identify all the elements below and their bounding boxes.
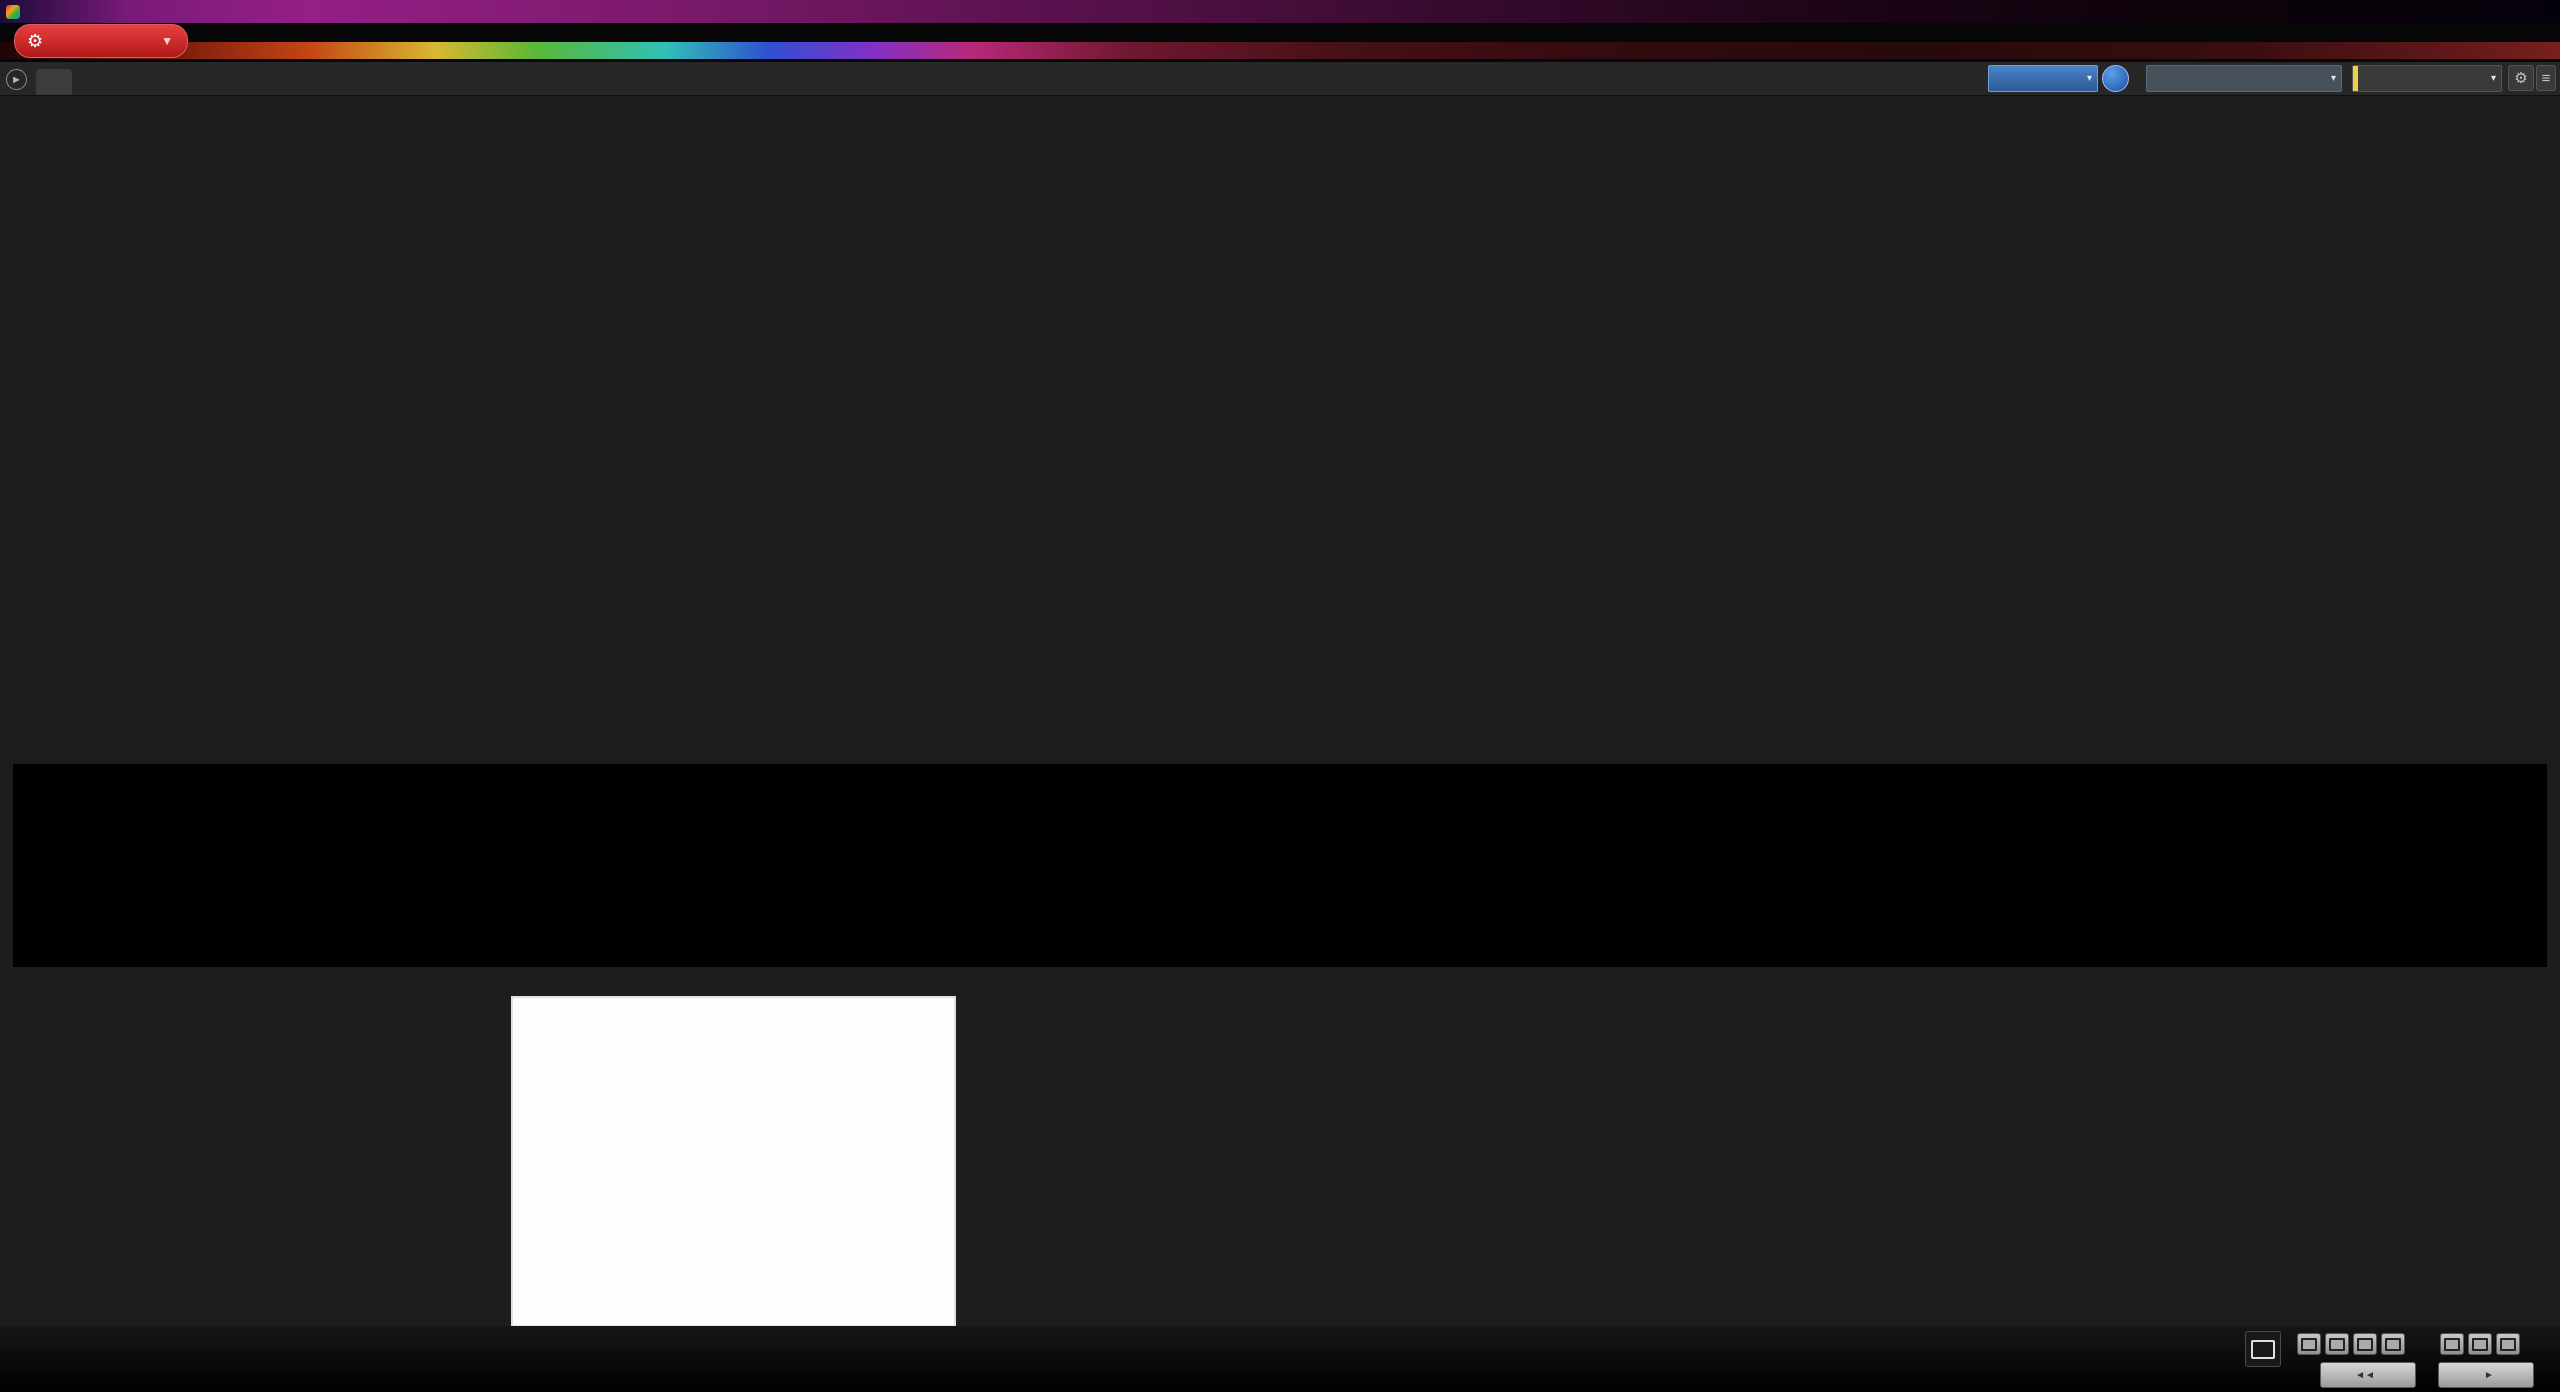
rainbow-strip xyxy=(0,42,2560,59)
screen-icon xyxy=(2357,1337,2373,1351)
rgb-balance-chart xyxy=(598,150,1573,685)
pattern-bar: ◄◄ ► xyxy=(0,1326,2560,1392)
tab-bar: ► ▾ ▾ ▾ ⚙ ≡ xyxy=(0,62,2560,96)
back-button[interactable]: ◄◄ xyxy=(2320,1362,2416,1388)
chevron-down-icon: ▾ xyxy=(2490,73,2496,84)
cie-chart-panel xyxy=(511,996,956,1327)
layout-menu-button[interactable]: ≡ xyxy=(2536,65,2556,91)
tab-history-1[interactable] xyxy=(36,69,72,95)
meter-badge-icon xyxy=(2102,65,2129,92)
pattern-window-button[interactable] xyxy=(2245,1331,2281,1367)
menu-icon: ≡ xyxy=(2541,69,2551,87)
target-row-label xyxy=(397,854,419,922)
calman-menu-button[interactable]: ⚙ ▼ xyxy=(14,24,188,58)
display-status-bar xyxy=(2353,66,2358,91)
history-nav-button[interactable]: ► xyxy=(6,69,27,90)
pattern-source-button[interactable]: ▾ xyxy=(2146,65,2342,92)
menu-band: ⚙ ▼ xyxy=(0,23,2560,62)
screen-icon xyxy=(2472,1337,2488,1351)
gear-icon: ⚙ xyxy=(2514,70,2528,87)
chevron-down-icon: ▼ xyxy=(161,34,173,48)
display-control-button[interactable]: ▾ xyxy=(2352,65,2502,92)
gamma-log-chart xyxy=(1565,150,2560,685)
next-button[interactable]: ► xyxy=(2438,1362,2534,1388)
calman-app: ⚙ ▼ ► ▾ ▾ ▾ ⚙ ≡ ◄◄ ► xyxy=(0,0,2560,1392)
workflow-tool-button-1[interactable] xyxy=(2440,1333,2464,1355)
screen-icon xyxy=(2385,1337,2401,1351)
screen-icon xyxy=(2444,1337,2460,1351)
meter-device-button[interactable]: ▾ xyxy=(1988,65,2098,92)
chevron-right-icon: ► xyxy=(11,73,22,86)
deltae-bar-chart xyxy=(15,250,595,690)
cie-chromaticity-chart xyxy=(513,998,954,1325)
workflow-tool-button-3[interactable] xyxy=(2496,1333,2520,1355)
window-titlebar xyxy=(0,0,2560,23)
chevron-down-icon: ▾ xyxy=(2086,73,2092,84)
pattern-tool-button-3[interactable] xyxy=(2353,1333,2377,1355)
screen-icon xyxy=(2301,1337,2317,1351)
pattern-tool-button-1[interactable] xyxy=(2297,1333,2321,1355)
app-icon xyxy=(6,4,20,19)
calman-logo-icon: ⚙ xyxy=(27,30,44,51)
chevron-down-icon: ▾ xyxy=(2330,73,2336,84)
pattern-tool-button-4[interactable] xyxy=(2381,1333,2405,1355)
pattern-tool-button-2[interactable] xyxy=(2325,1333,2349,1355)
screen-icon xyxy=(2329,1337,2345,1351)
next-arrow-icon: ► xyxy=(2484,1369,2494,1381)
grayscale-swatch-strip xyxy=(13,764,2547,967)
settings-button[interactable]: ⚙ xyxy=(2508,65,2534,91)
actual-row-label xyxy=(397,780,419,848)
screen-icon xyxy=(2500,1337,2516,1351)
back-arrows-icon: ◄◄ xyxy=(2355,1369,2375,1381)
workflow-tool-button-2[interactable] xyxy=(2468,1333,2492,1355)
pattern-window-icon xyxy=(2251,1339,2275,1359)
